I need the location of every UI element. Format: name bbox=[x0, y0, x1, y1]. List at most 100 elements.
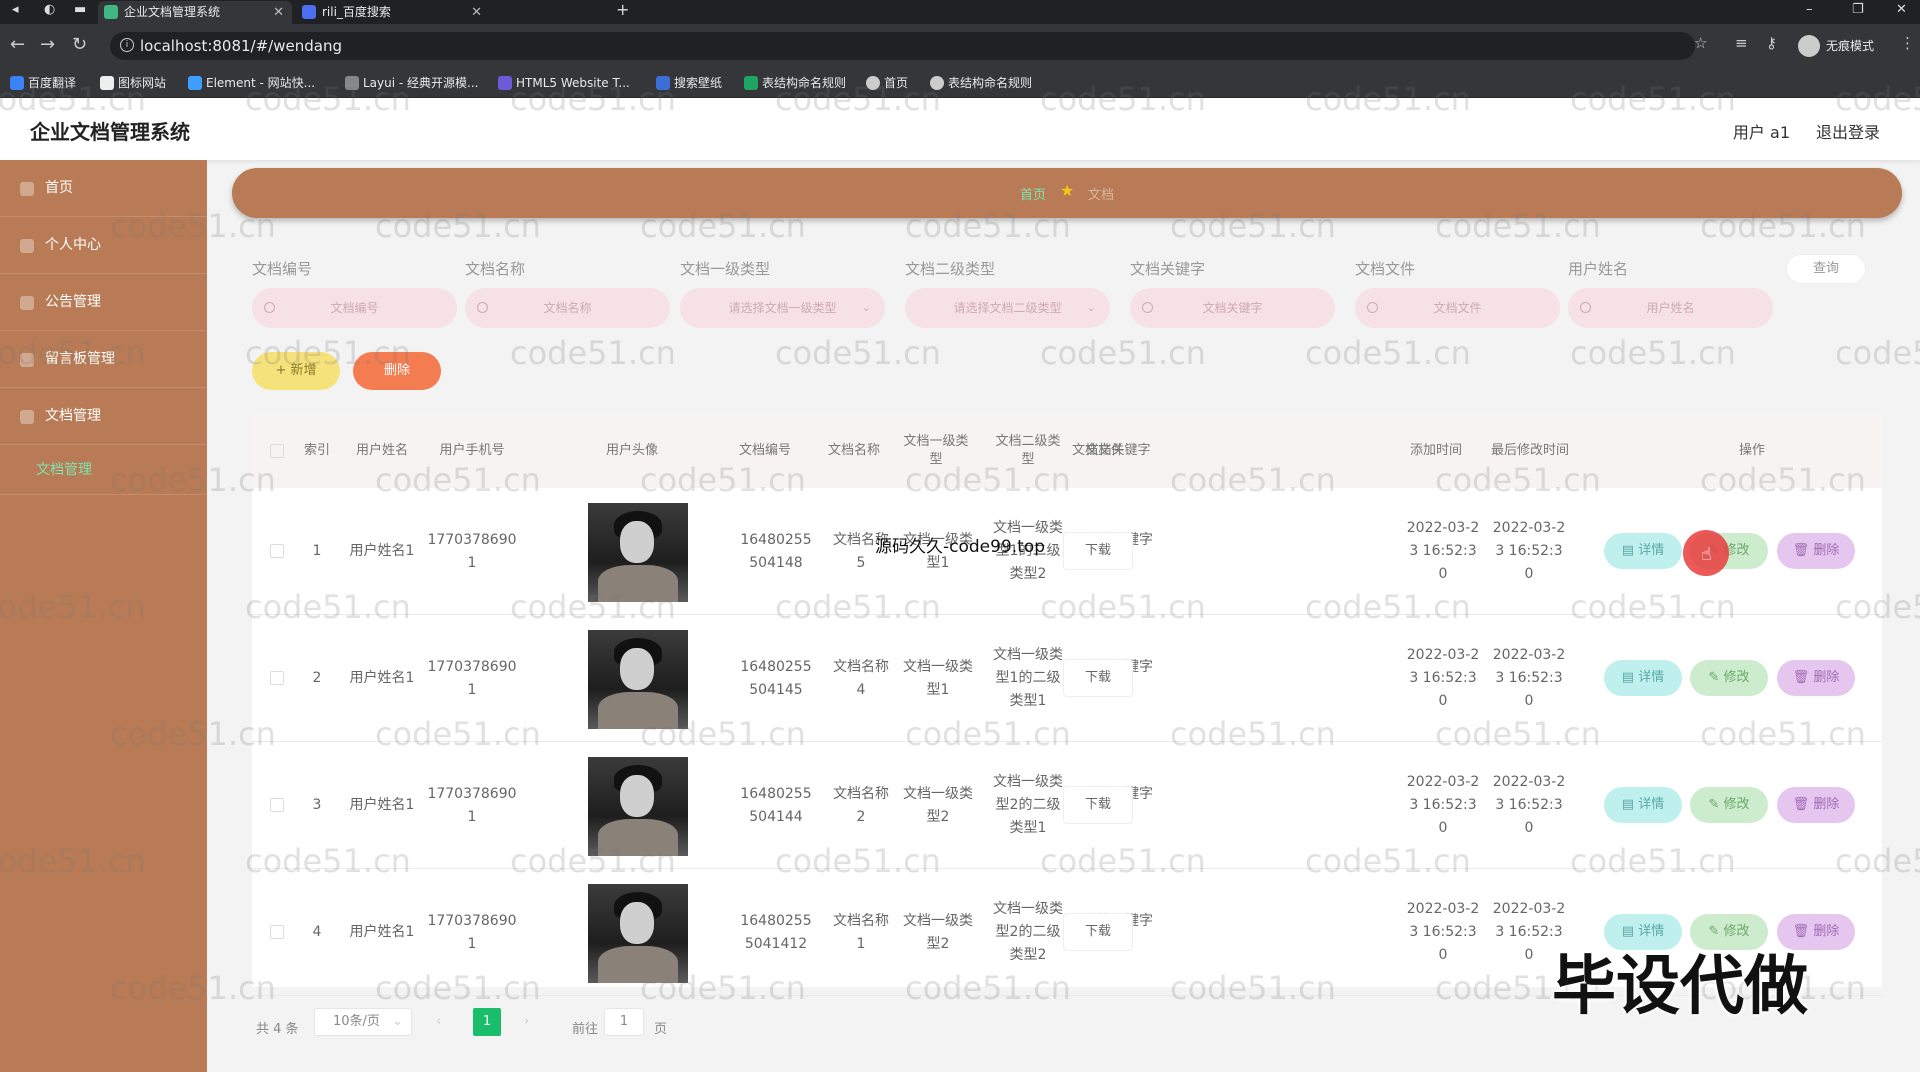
key-icon[interactable]: ⚷ bbox=[1766, 34, 1777, 52]
download-button[interactable]: 下载 bbox=[1063, 913, 1133, 951]
bookmark-item[interactable]: Element - 网站快... bbox=[188, 68, 315, 98]
url-bar[interactable]: i localhost:8081/#/wendang bbox=[110, 32, 1695, 60]
restore-icon[interactable]: ❐ bbox=[1852, 0, 1864, 20]
prev-page-icon[interactable]: ‹ bbox=[436, 1014, 441, 1029]
filter-doc-name-input[interactable]: 文档名称 bbox=[465, 288, 670, 328]
trash-icon: 🗑 bbox=[1792, 670, 1814, 685]
filter-type2-select[interactable]: 请选择文档二级类型 ⌄ bbox=[905, 288, 1110, 328]
edit-button[interactable]: ✎ 修改 bbox=[1690, 787, 1768, 823]
col-doc-name[interactable]: 文档名称 bbox=[824, 414, 884, 488]
globe-icon bbox=[930, 76, 944, 90]
bookmark-item[interactable]: 图标网站 bbox=[100, 68, 166, 98]
col-phone[interactable]: 用户手机号 bbox=[422, 414, 522, 488]
menu-dots-icon[interactable]: ⋮ bbox=[1900, 34, 1915, 52]
search-icon bbox=[1580, 302, 1591, 313]
delete-button[interactable]: 🗑 删除 bbox=[1777, 787, 1855, 823]
row-checkbox[interactable] bbox=[270, 544, 284, 558]
detail-button[interactable]: ▤ 详情 bbox=[1604, 787, 1682, 823]
detail-button[interactable]: ▤ 详情 bbox=[1604, 660, 1682, 696]
next-page-icon[interactable]: › bbox=[524, 1014, 529, 1029]
profile-label[interactable]: 无痕模式 bbox=[1826, 37, 1874, 54]
col-type1[interactable]: 文档一级类型 bbox=[898, 414, 974, 488]
close-tab-icon[interactable]: ✕ bbox=[273, 1, 284, 24]
forward-icon[interactable]: → bbox=[40, 34, 55, 55]
search-icon bbox=[1142, 302, 1153, 313]
download-button[interactable]: 下载 bbox=[1063, 532, 1133, 570]
breadcrumb-home[interactable]: 首页 bbox=[1020, 184, 1046, 203]
document-icon: ▤ bbox=[1621, 797, 1639, 812]
tab-active[interactable]: 企业文档管理系统 ✕ bbox=[98, 1, 292, 24]
html5-icon bbox=[498, 76, 512, 90]
query-button[interactable]: 查询 bbox=[1786, 254, 1866, 284]
sidebar-item-home[interactable]: 首页 bbox=[0, 160, 207, 217]
tab-title: 企业文档管理系统 bbox=[124, 5, 221, 19]
minimize-icon[interactable]: – bbox=[1806, 0, 1813, 20]
back-icon[interactable]: ← bbox=[10, 34, 25, 55]
col-avatar[interactable]: 用户头像 bbox=[582, 414, 682, 488]
element-icon bbox=[188, 76, 202, 90]
filter-user-input[interactable]: 用户姓名 bbox=[1568, 288, 1773, 328]
search-icon bbox=[264, 302, 275, 313]
add-button[interactable]: + 新增 bbox=[252, 352, 340, 390]
bookmark-item[interactable]: 搜索壁纸 bbox=[656, 68, 722, 98]
row-checkbox[interactable] bbox=[270, 671, 284, 685]
filter-file-input[interactable]: 文档文件 bbox=[1355, 288, 1560, 328]
reload-icon[interactable]: ↻ bbox=[72, 34, 87, 55]
reading-list-icon[interactable]: ≡ bbox=[1735, 34, 1748, 52]
sidebar-item-notice[interactable]: 公告管理 bbox=[0, 274, 207, 331]
cell-doc-name: 文档名称 1 bbox=[833, 912, 889, 952]
user-icon bbox=[20, 239, 34, 253]
page-1-button[interactable]: 1 bbox=[473, 1008, 501, 1036]
detail-button[interactable]: ▤ 详情 bbox=[1604, 533, 1682, 569]
filter-keyword-input[interactable]: 文档关键字 bbox=[1130, 288, 1335, 328]
goto-page-input[interactable]: 1 bbox=[604, 1008, 644, 1036]
bookmark-item[interactable]: Layui - 经典开源模... bbox=[345, 68, 478, 98]
col-add-time[interactable]: 添加时间 bbox=[1405, 414, 1467, 488]
close-tab-icon[interactable]: ✕ bbox=[471, 1, 482, 24]
batch-delete-button[interactable]: 删除 bbox=[353, 352, 441, 390]
new-tab-button[interactable]: + bbox=[616, 0, 629, 20]
tab-baidu[interactable]: rili_百度搜索 ✕ bbox=[296, 1, 490, 24]
bookmark-item[interactable]: 表结构命名规则 bbox=[744, 68, 846, 98]
download-button[interactable]: 下载 bbox=[1063, 786, 1133, 824]
source-overlay-text: 源码久久-code99.top bbox=[875, 537, 1046, 557]
col-doc-no[interactable]: 文档编号 bbox=[732, 414, 798, 488]
notice-icon bbox=[20, 296, 34, 310]
edit-button[interactable]: ✎ 修改 bbox=[1690, 660, 1768, 696]
click-indicator: ☝ bbox=[1683, 530, 1729, 576]
bookmark-item[interactable]: HTML5 Website T... bbox=[498, 68, 630, 98]
download-button[interactable]: 下载 bbox=[1063, 659, 1133, 697]
close-window-icon[interactable]: ✕ bbox=[1896, 0, 1907, 20]
table-row: 1 用户姓名1 1770378690 1 16480255 504148 文档名称 5 文档一级… bbox=[252, 488, 1882, 615]
col-file[interactable]: 文档文件 bbox=[1058, 414, 1138, 488]
page-size-select[interactable]: 10条/页 ⌄ bbox=[314, 1008, 412, 1036]
bookmark-item[interactable]: 首页 bbox=[866, 68, 908, 98]
sidebar-item-profile[interactable]: 个人中心 bbox=[0, 217, 207, 274]
filter-placeholder: 文档关键字 bbox=[1202, 301, 1263, 315]
logout-button[interactable]: 退出登录 bbox=[1816, 119, 1880, 143]
col-user[interactable]: 用户姓名 bbox=[342, 414, 422, 488]
tab-overview-icon[interactable]: ▬ bbox=[74, 0, 86, 20]
filter-type1-select[interactable]: 请选择文档一级类型 ⌄ bbox=[680, 288, 885, 328]
sidebar-subitem-document[interactable]: 文档管理 bbox=[0, 445, 207, 495]
col-mod-time[interactable]: 最后修改时间 bbox=[1490, 414, 1570, 488]
bookmark-star-icon[interactable]: ☆ bbox=[1694, 34, 1707, 52]
row-checkbox[interactable] bbox=[270, 798, 284, 812]
document-icon bbox=[20, 410, 34, 424]
browser-tab-bar: ◂ ◐ ▬ 企业文档管理系统 ✕ rili_百度搜索 ✕ + – ❐ ✕ bbox=[0, 0, 1920, 24]
delete-button[interactable]: 🗑 删除 bbox=[1777, 660, 1855, 696]
filter-doc-no-input[interactable]: 文档编号 bbox=[252, 288, 457, 328]
bookmark-item[interactable]: 表结构命名规则 bbox=[930, 68, 1032, 98]
sidebar-item-document[interactable]: 文档管理 bbox=[0, 388, 207, 445]
bookmark-item[interactable]: 百度翻译 bbox=[10, 68, 76, 98]
sidebar-item-message[interactable]: 留言板管理 bbox=[0, 331, 207, 388]
col-type2[interactable]: 文档二级类型 bbox=[990, 414, 1066, 488]
row-checkbox[interactable] bbox=[270, 925, 284, 939]
globe-icon: ◐ bbox=[44, 2, 56, 17]
info-icon[interactable]: i bbox=[120, 38, 134, 52]
user-avatar bbox=[588, 503, 688, 602]
cell-doc-name: 文档名称 4 bbox=[833, 658, 889, 698]
select-all-checkbox[interactable] bbox=[270, 444, 284, 458]
table-row: 2 用户姓名1 1770378690 1 16480255 504145 文档名称 4 文档一级… bbox=[252, 615, 1882, 742]
delete-button[interactable]: 🗑 删除 bbox=[1777, 533, 1855, 569]
